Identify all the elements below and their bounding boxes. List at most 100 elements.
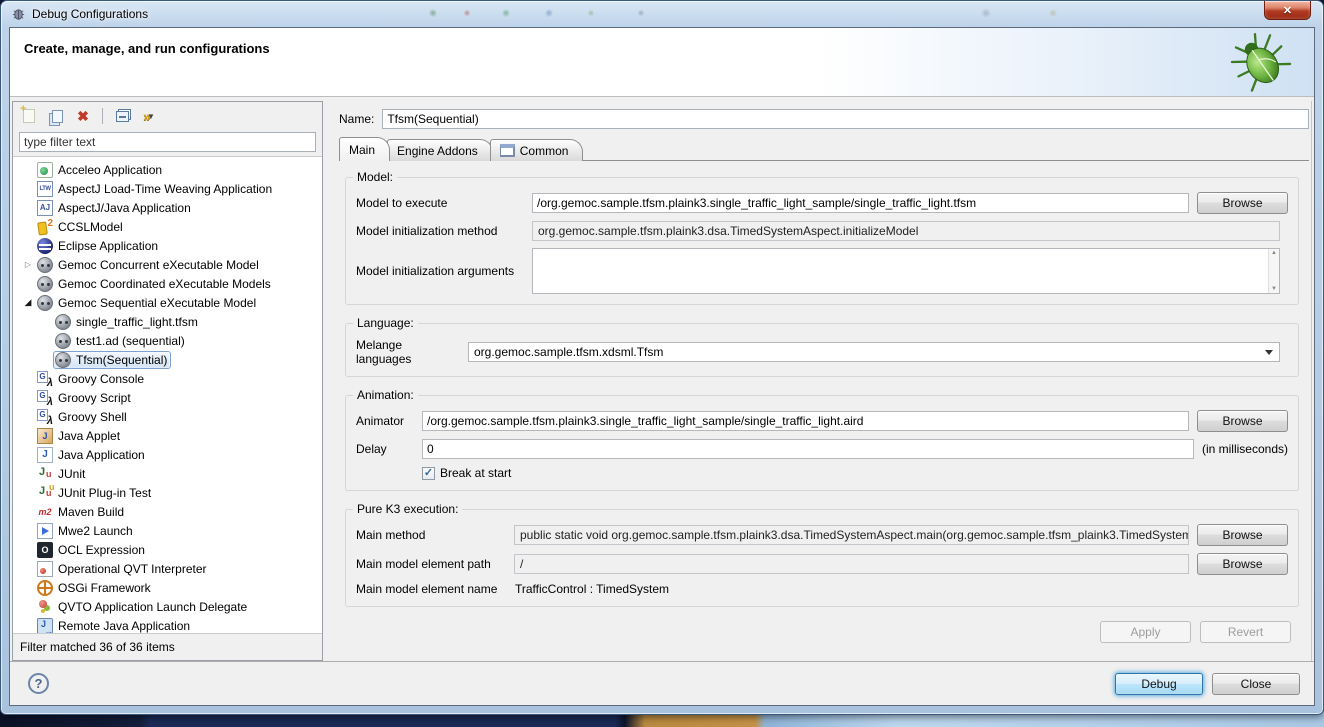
tree-item-body[interactable]: JUnit: [35, 465, 89, 483]
tree-item-selected[interactable]: Tfsm(Sequential): [53, 351, 171, 369]
tree-item[interactable]: Java Application: [13, 445, 322, 464]
tree-item-label: AspectJ/Java Application: [58, 201, 191, 215]
tree-item-body[interactable]: Groovy Shell: [35, 408, 131, 426]
model-init-method-label: Model initialization method: [356, 224, 524, 238]
debug-configurations-window: Debug Configurations ✕ Create, manage, a…: [0, 0, 1324, 715]
tree-item[interactable]: Groovy Script: [13, 388, 322, 407]
main-method-field: public static void org.gemoc.sample.tfsm…: [514, 525, 1189, 545]
tree-item[interactable]: single_traffic_light.tfsm: [13, 312, 322, 331]
tree-item-body[interactable]: AspectJ Load-Time Weaving Application: [35, 180, 276, 198]
tree-item-body[interactable]: OCL Expression: [35, 541, 149, 559]
delete-configuration-button[interactable]: ✖: [73, 106, 93, 126]
tree-expander-icon[interactable]: ▷: [21, 260, 35, 269]
scroll-down-icon[interactable]: ▼: [1271, 286, 1277, 292]
configuration-tree: Acceleo ApplicationAspectJ Load-Time Wea…: [13, 156, 322, 634]
tree-item[interactable]: AspectJ Load-Time Weaving Application: [13, 179, 322, 198]
tree-item[interactable]: Gemoc Coordinated eXecutable Models: [13, 274, 322, 293]
browse-animator-button[interactable]: Browse: [1197, 410, 1288, 432]
name-input[interactable]: [382, 109, 1309, 129]
language-group: Language: Melange languages org.gemoc.sa…: [345, 323, 1299, 377]
tree-item[interactable]: Eclipse Application: [13, 236, 322, 255]
tree-item-body[interactable]: Gemoc Concurrent eXecutable Model: [35, 256, 263, 274]
tree-item[interactable]: Groovy Console: [13, 369, 322, 388]
tree-item-body[interactable]: Java Applet: [35, 427, 124, 445]
junit-plugin-icon: [37, 485, 53, 501]
help-button[interactable]: ?: [28, 673, 49, 694]
tree-item-body[interactable]: test1.ad (sequential): [53, 332, 189, 350]
tree-item-body[interactable]: Acceleo Application: [35, 161, 166, 179]
textarea-scrollbar[interactable]: ▲ ▼: [1268, 249, 1279, 293]
tab-common[interactable]: Common: [490, 139, 584, 161]
scroll-up-icon[interactable]: ▲: [1271, 250, 1277, 256]
tree-item-body[interactable]: Groovy Script: [35, 389, 135, 407]
apply-button[interactable]: Apply: [1100, 621, 1191, 643]
tree-item[interactable]: ◢Gemoc Sequential eXecutable Model: [13, 293, 322, 312]
tree-item-body[interactable]: single_traffic_light.tfsm: [53, 313, 202, 331]
tree-item-body[interactable]: Operational QVT Interpreter: [35, 560, 211, 578]
tree-item[interactable]: Remote Java Application: [13, 616, 322, 634]
tree-item-body[interactable]: JUnit Plug-in Test: [35, 484, 155, 502]
tree-item-body[interactable]: QVTO Application Launch Delegate: [35, 598, 251, 616]
animation-group: Animation: Animator Browse Delay (in mil…: [345, 395, 1299, 491]
tree-item-body[interactable]: Eclipse Application: [35, 237, 162, 255]
browse-element-path-button[interactable]: Browse: [1197, 553, 1288, 575]
tree-item[interactable]: OCL Expression: [13, 540, 322, 559]
tree-item-body[interactable]: Mwe2 Launch: [35, 522, 137, 540]
tree-item[interactable]: JUnit: [13, 464, 322, 483]
model-init-args-textarea[interactable]: [533, 249, 1268, 293]
duplicate-configuration-button[interactable]: [46, 106, 66, 126]
close-window-button[interactable]: ✕: [1264, 1, 1311, 20]
ocl-icon: [37, 542, 53, 558]
configuration-form-panel: Name: Main Engine Addons Common Model: M…: [331, 101, 1312, 661]
tree-item-body[interactable]: Java Application: [35, 446, 149, 464]
tree-item[interactable]: Operational QVT Interpreter: [13, 559, 322, 578]
tree-item[interactable]: QVTO Application Launch Delegate: [13, 597, 322, 616]
qvto-icon: [37, 599, 53, 615]
delay-units-label: (in milliseconds): [1202, 442, 1288, 456]
debug-button[interactable]: Debug: [1115, 673, 1203, 695]
break-at-start-checkbox[interactable]: ✓: [422, 467, 435, 480]
new-configuration-button[interactable]: [19, 106, 39, 126]
tree-item-body[interactable]: Gemoc Coordinated eXecutable Models: [35, 275, 275, 293]
window-bug-icon: [11, 7, 26, 22]
melange-languages-combo[interactable]: org.gemoc.sample.tfsm.xdsml.Tfsm: [468, 342, 1280, 362]
tab-engine-addons[interactable]: Engine Addons: [387, 139, 493, 161]
duplicate-icon: [52, 110, 63, 123]
tree-item-body[interactable]: Groovy Console: [35, 370, 148, 388]
tree-item[interactable]: Maven Build: [13, 502, 322, 521]
delete-icon: ✖: [77, 109, 89, 123]
tree-item[interactable]: Acceleo Application: [13, 160, 322, 179]
filter-input[interactable]: [19, 132, 316, 152]
tree-item-body[interactable]: Remote Java Application: [35, 617, 194, 635]
tree-item[interactable]: Java Applet: [13, 426, 322, 445]
tree-item[interactable]: test1.ad (sequential): [13, 331, 322, 350]
tree-item-body[interactable]: CCSLModel: [35, 218, 127, 236]
eclipse-icon: [37, 238, 53, 254]
tree-item[interactable]: Groovy Shell: [13, 407, 322, 426]
browse-model-button[interactable]: Browse: [1197, 192, 1288, 214]
filter-configurations-button[interactable]: »▼: [139, 106, 159, 126]
tree-item-body[interactable]: AspectJ/Java Application: [35, 199, 195, 217]
collapse-all-button[interactable]: [112, 106, 132, 126]
remote-java-icon: [37, 618, 53, 634]
tree-item[interactable]: JUnit Plug-in Test: [13, 483, 322, 502]
tree-expander-icon[interactable]: ◢: [21, 297, 35, 308]
tree-item[interactable]: Mwe2 Launch: [13, 521, 322, 540]
tree-item[interactable]: ▷Gemoc Concurrent eXecutable Model: [13, 255, 322, 274]
tree-item[interactable]: CCSLModel: [13, 217, 322, 236]
combo-dropdown-arrow-icon[interactable]: [1265, 350, 1273, 355]
tree-item[interactable]: OSGi Framework: [13, 578, 322, 597]
delay-input[interactable]: [422, 439, 1194, 459]
animator-input[interactable]: [422, 411, 1189, 431]
tree-item[interactable]: AspectJ/Java Application: [13, 198, 322, 217]
browse-main-method-button[interactable]: Browse: [1197, 524, 1288, 546]
tab-main[interactable]: Main: [339, 137, 390, 161]
tree-item-body[interactable]: OSGi Framework: [35, 579, 155, 597]
model-to-execute-input[interactable]: [532, 193, 1189, 213]
revert-button[interactable]: Revert: [1200, 621, 1291, 643]
tree-item-body[interactable]: Gemoc Sequential eXecutable Model: [35, 294, 260, 312]
tree-item-body[interactable]: Maven Build: [35, 503, 128, 521]
close-button[interactable]: Close: [1212, 673, 1300, 695]
tree-item[interactable]: Tfsm(Sequential): [13, 350, 322, 369]
melange-languages-label: Melange languages: [356, 338, 460, 366]
